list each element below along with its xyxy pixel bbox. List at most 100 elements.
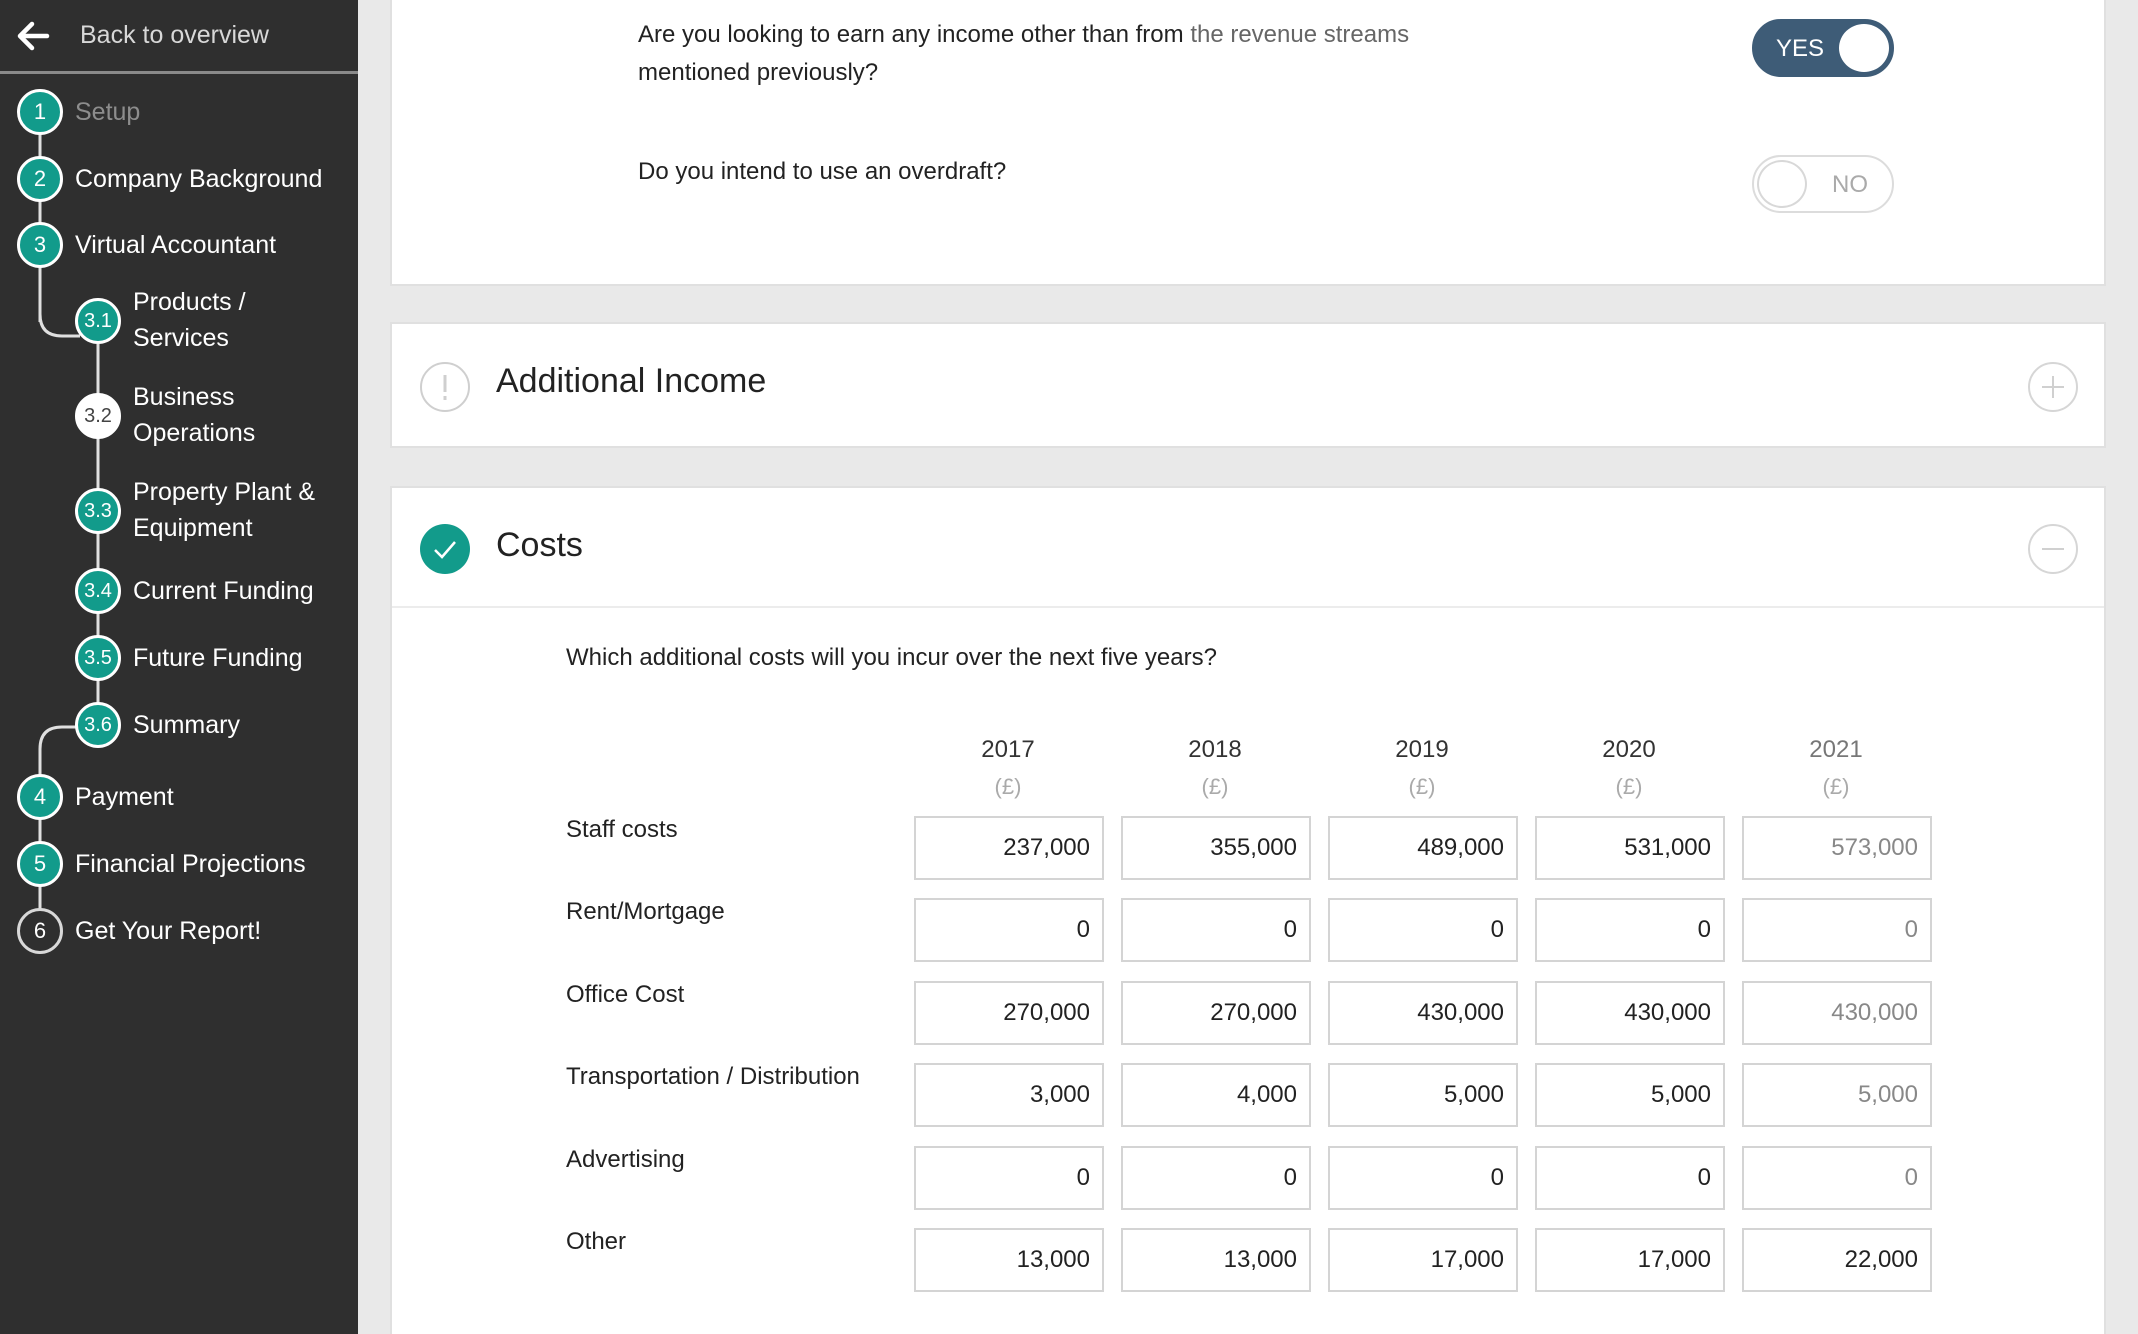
office-cost-2020-input[interactable] bbox=[1535, 981, 1725, 1045]
step-setup[interactable]: 1 Setup bbox=[17, 89, 140, 135]
step-number-badge: 3.1 bbox=[75, 298, 121, 344]
step-number-badge: 5 bbox=[17, 841, 63, 887]
rent-mortgage-2019-input[interactable] bbox=[1328, 898, 1518, 962]
toggle-knob bbox=[1757, 160, 1807, 208]
office-cost-2018-input[interactable] bbox=[1121, 981, 1311, 1045]
other-2018-input[interactable] bbox=[1121, 1228, 1311, 1292]
back-to-overview-link[interactable]: Back to overview bbox=[0, 0, 358, 74]
rent-mortgage-2017-input[interactable] bbox=[914, 898, 1104, 962]
expand-plus-icon[interactable] bbox=[2028, 362, 2078, 412]
staff-costs-2018-input[interactable] bbox=[1121, 816, 1311, 880]
overdraft-toggle[interactable]: NO bbox=[1752, 155, 1894, 213]
step-future-funding[interactable]: 3.5 Future Funding bbox=[75, 635, 303, 681]
office-cost-2017-input[interactable] bbox=[914, 981, 1104, 1045]
transportation-2021-input[interactable] bbox=[1742, 1063, 1932, 1127]
additional-income-header[interactable]: Additional Income bbox=[392, 324, 2104, 444]
advertising-2020-input[interactable] bbox=[1535, 1146, 1725, 1210]
step-number-badge: 3.5 bbox=[75, 635, 121, 681]
step-label: Current Funding bbox=[133, 577, 314, 605]
step-payment[interactable]: 4 Payment bbox=[17, 774, 174, 820]
currency-unit: (£) bbox=[1201, 774, 1229, 799]
step-label: Virtual Accountant bbox=[75, 231, 277, 259]
step-financial-projections[interactable]: 5 Financial Projections bbox=[17, 841, 306, 887]
step-label: Financial Projections bbox=[75, 850, 306, 878]
step-number-badge: 3.3 bbox=[75, 488, 121, 534]
currency-unit: (£) bbox=[1822, 774, 1850, 799]
other-2019-input[interactable] bbox=[1328, 1228, 1518, 1292]
step-number-badge: 3.2 bbox=[75, 393, 121, 439]
step-virtual-accountant[interactable]: 3 Virtual Accountant bbox=[17, 222, 276, 268]
step-current-funding[interactable]: 3.4 Current Funding bbox=[75, 568, 314, 614]
staff-costs-2021-input[interactable] bbox=[1742, 816, 1932, 880]
advertising-2017-input[interactable] bbox=[914, 1146, 1104, 1210]
step-list: 1 Setup 2 Company Background 3 Virtual A… bbox=[0, 74, 358, 1274]
rent-mortgage-2018-input[interactable] bbox=[1121, 898, 1311, 962]
other-2017-input[interactable] bbox=[914, 1228, 1104, 1292]
step-property-plant-equipment[interactable]: 3.3 Property Plant & Equipment bbox=[75, 474, 333, 546]
question-text: Are you looking to earn any income other… bbox=[638, 21, 1184, 48]
step-number-badge: 3.6 bbox=[75, 702, 121, 748]
rent-mortgage-2020-input[interactable] bbox=[1535, 898, 1725, 962]
toggle-knob bbox=[1839, 24, 1889, 72]
row-label-other: Other bbox=[566, 1228, 627, 1255]
toggle-label: YES bbox=[1776, 35, 1825, 62]
other-2021-input[interactable] bbox=[1742, 1228, 1932, 1292]
step-label: Business Operations bbox=[133, 383, 256, 447]
rent-mortgage-2021-input[interactable] bbox=[1742, 898, 1932, 962]
transportation-2018-input[interactable] bbox=[1121, 1063, 1311, 1127]
row-label-advertising: Advertising bbox=[566, 1146, 685, 1173]
row-label-rent-mortgage: Rent/Mortgage bbox=[566, 898, 725, 925]
transportation-2019-input[interactable] bbox=[1328, 1063, 1518, 1127]
question-text-cont: mentioned previously? bbox=[638, 59, 879, 86]
year-header: 2020 bbox=[1602, 736, 1656, 763]
other-income-toggle[interactable]: YES bbox=[1752, 19, 1894, 77]
currency-unit: (£) bbox=[1615, 774, 1643, 799]
row-label-transportation: Transportation / Distribution bbox=[566, 1063, 860, 1090]
step-number-badge: 4 bbox=[17, 774, 63, 820]
advertising-2019-input[interactable] bbox=[1328, 1146, 1518, 1210]
costs-section: Costs Which additional costs will you in… bbox=[390, 486, 2106, 1334]
row-label-staff-costs: Staff costs bbox=[566, 816, 678, 843]
sidebar: Back to overview 1 Setup 2 Company Backg… bbox=[0, 0, 358, 1334]
office-cost-2021-input[interactable] bbox=[1742, 981, 1932, 1045]
costs-header[interactable]: Costs bbox=[392, 488, 2104, 608]
step-label: Future Funding bbox=[133, 644, 303, 672]
step-number-badge: 3.4 bbox=[75, 568, 121, 614]
advertising-2018-input[interactable] bbox=[1121, 1146, 1311, 1210]
step-label: Get Your Report! bbox=[75, 917, 262, 945]
costs-question: Which additional costs will you incur ov… bbox=[566, 644, 1217, 671]
year-header: 2021 bbox=[1809, 736, 1863, 763]
staff-costs-2019-input[interactable] bbox=[1328, 816, 1518, 880]
warning-icon bbox=[420, 362, 470, 412]
step-label: Payment bbox=[75, 783, 174, 811]
other-income-question: Are you looking to earn any income other… bbox=[638, 16, 1498, 92]
advertising-2021-input[interactable] bbox=[1742, 1146, 1932, 1210]
section-title: Additional Income bbox=[496, 362, 767, 400]
office-cost-2019-input[interactable] bbox=[1328, 981, 1518, 1045]
check-icon bbox=[420, 524, 470, 574]
step-number-badge: 2 bbox=[17, 156, 63, 202]
step-number-badge: 3 bbox=[17, 222, 63, 268]
step-label: Company Background bbox=[75, 165, 323, 193]
step-get-your-report[interactable]: 6 Get Your Report! bbox=[17, 908, 261, 954]
currency-unit: (£) bbox=[1408, 774, 1436, 799]
step-company-background[interactable]: 2 Company Background bbox=[17, 156, 322, 202]
step-business-operations[interactable]: 3.2 Business Operations bbox=[75, 379, 283, 451]
year-header: 2019 bbox=[1395, 736, 1449, 763]
step-products-services[interactable]: 3.1 Products / Services bbox=[75, 284, 293, 356]
year-header: 2018 bbox=[1188, 736, 1242, 763]
transportation-2020-input[interactable] bbox=[1535, 1063, 1725, 1127]
collapse-minus-icon[interactable] bbox=[2028, 524, 2078, 574]
row-label-office-cost: Office Cost bbox=[566, 981, 685, 1008]
main-content: Are you looking to earn any income other… bbox=[358, 0, 2138, 1334]
toggle-label: NO bbox=[1832, 171, 1868, 198]
step-summary[interactable]: 3.6 Summary bbox=[75, 702, 240, 748]
step-number-badge: 1 bbox=[17, 89, 63, 135]
step-label: Setup bbox=[75, 98, 141, 126]
staff-costs-2017-input[interactable] bbox=[914, 816, 1104, 880]
questions-card: Are you looking to earn any income other… bbox=[390, 0, 2106, 286]
step-number-badge: 6 bbox=[17, 908, 63, 954]
other-2020-input[interactable] bbox=[1535, 1228, 1725, 1292]
transportation-2017-input[interactable] bbox=[914, 1063, 1104, 1127]
staff-costs-2020-input[interactable] bbox=[1535, 816, 1725, 880]
